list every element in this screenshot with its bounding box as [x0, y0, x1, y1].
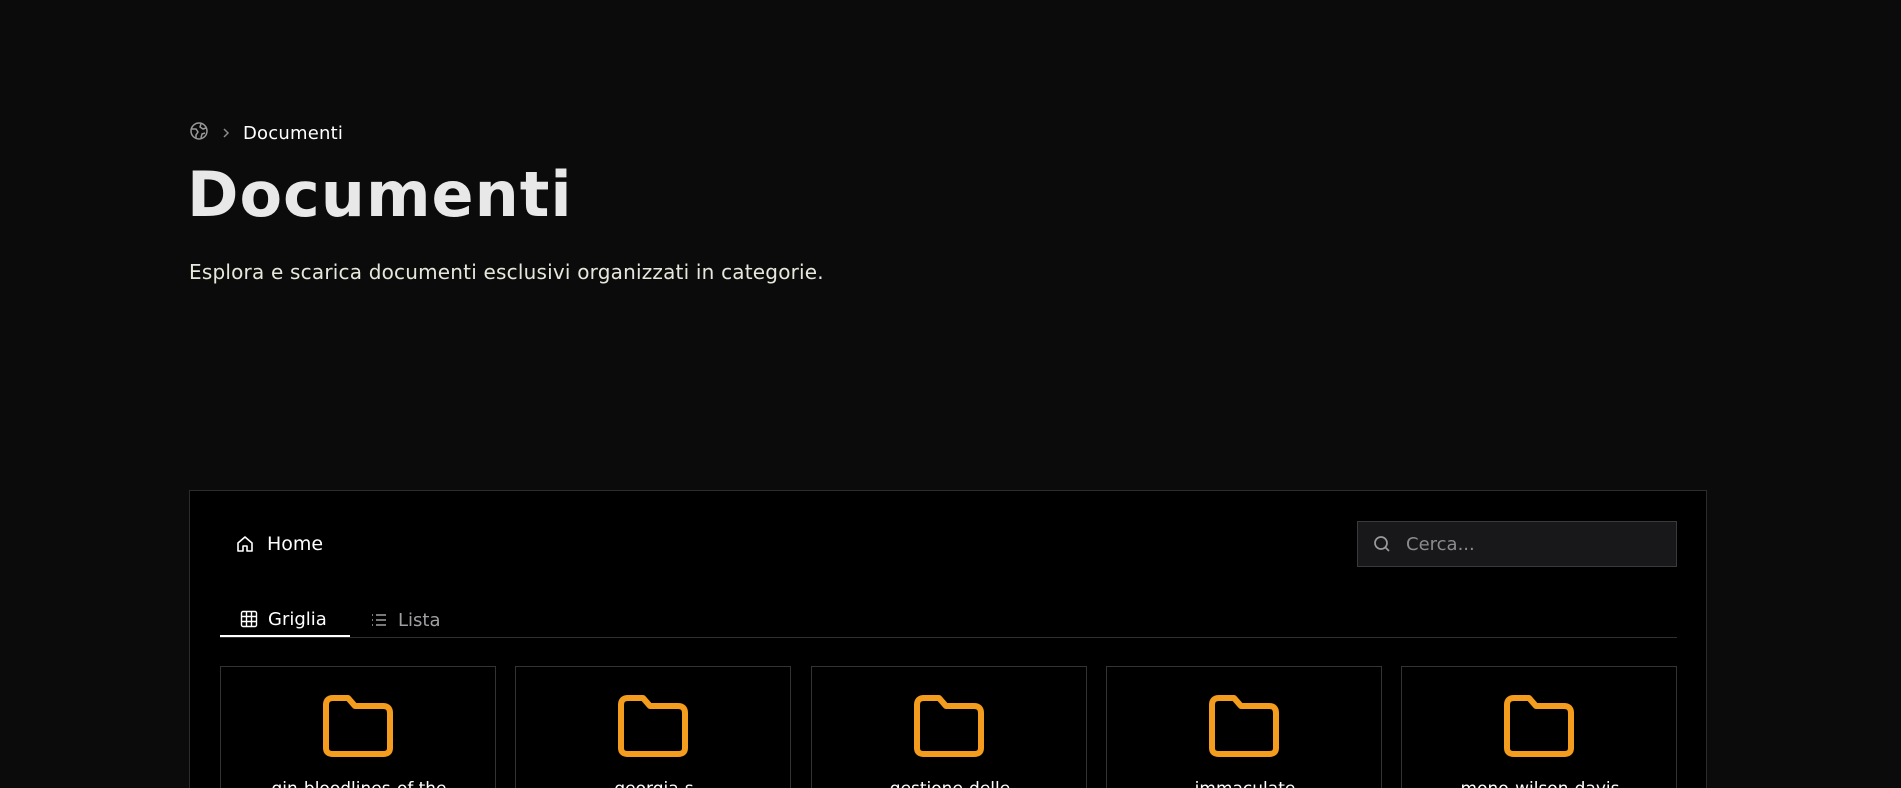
page-subtitle: Esplora e scarica documenti esclusivi or…: [189, 260, 824, 284]
tab-lista[interactable]: Lista: [370, 603, 441, 637]
folder-icon: [1501, 693, 1577, 763]
folder-name: georgia-s: [516, 779, 790, 788]
breadcrumb-current: Documenti: [243, 122, 344, 144]
folder-icon: [911, 693, 987, 763]
folder-name: gin-bloodlines-of-the: [221, 779, 495, 788]
search-box[interactable]: [1357, 521, 1677, 567]
globe-icon[interactable]: [189, 121, 209, 145]
tab-griglia-label: Griglia: [268, 608, 327, 630]
folder-name: mono-wilson-davis: [1402, 779, 1676, 788]
folder-card[interactable]: mono-wilson-davis: [1401, 666, 1677, 788]
tab-griglia[interactable]: Griglia: [220, 603, 350, 637]
documents-page: Documenti Documenti Esplora e scarica do…: [0, 0, 1901, 788]
grid-icon: [240, 610, 258, 628]
folder-name: immaculate: [1107, 779, 1381, 788]
page-title: Documenti: [187, 158, 573, 231]
folder-icon: [320, 693, 396, 763]
folder-name: gestione-delle: [812, 779, 1086, 788]
home-icon: [235, 534, 255, 554]
home-link[interactable]: Home: [235, 533, 323, 555]
list-icon: [370, 611, 388, 629]
folder-card[interactable]: gin-bloodlines-of-the: [220, 666, 496, 788]
file-browser-panel: Home Griglia: [189, 490, 1707, 788]
folder-card[interactable]: gestione-delle: [811, 666, 1087, 788]
folder-icon: [1206, 693, 1282, 763]
search-input[interactable]: [1404, 532, 1658, 556]
folder-card[interactable]: georgia-s: [515, 666, 791, 788]
breadcrumb: Documenti: [189, 121, 343, 145]
folder-card[interactable]: immaculate: [1106, 666, 1382, 788]
search-icon: [1372, 534, 1392, 554]
home-label: Home: [267, 533, 324, 555]
chevron-right-icon: [221, 127, 231, 139]
tab-lista-label: Lista: [398, 609, 441, 631]
folder-icon: [615, 693, 691, 763]
view-tabs: Griglia Lista: [220, 603, 1677, 638]
